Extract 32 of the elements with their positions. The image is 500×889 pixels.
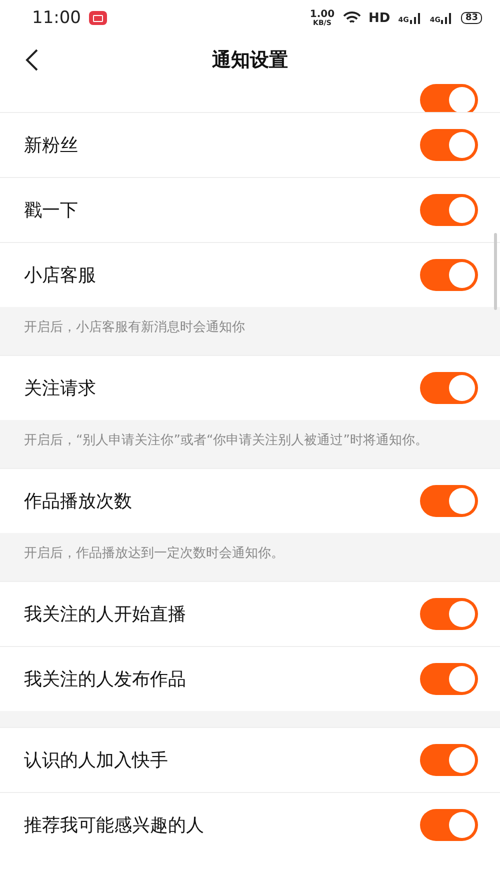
toggle-switch[interactable]	[420, 744, 478, 776]
setting-description: 开启后，作品播放达到一定次数时会通知你。	[24, 545, 285, 563]
toggle-switch[interactable]	[420, 194, 478, 226]
toggle-switch[interactable]	[420, 129, 478, 161]
back-icon[interactable]	[25, 49, 39, 71]
toggle-switch[interactable]	[420, 598, 478, 630]
setting-label: 关注请求	[24, 377, 96, 400]
hd-label: HD	[368, 10, 390, 26]
setting-label: 戳一下	[24, 199, 78, 222]
setting-description: 开启后，小店客服有新消息时会通知你	[24, 319, 246, 337]
battery-level: 83	[461, 12, 482, 24]
status-time: 11:00	[32, 8, 81, 28]
setting-label: 小店客服	[24, 264, 96, 287]
signal-icon	[410, 12, 422, 24]
wifi-icon	[342, 11, 361, 25]
toggle-switch[interactable]	[420, 663, 478, 695]
toggle-switch[interactable]	[420, 809, 478, 841]
setting-label: 推荐我可能感兴趣的人	[24, 814, 204, 837]
toggle-switch[interactable]	[420, 84, 478, 112]
setting-label: 新粉丝	[24, 134, 78, 157]
toggle-switch[interactable]	[420, 259, 478, 291]
network-speed: 1.00	[310, 10, 335, 20]
toggle-switch[interactable]	[420, 372, 478, 404]
setting-description: 开启后，“别人申请关注你”或者“你申请关注别人被通过”时将通知你。	[24, 432, 429, 450]
setting-label: 我关注的人开始直播	[24, 603, 186, 626]
page-title: 通知设置	[212, 48, 288, 73]
setting-label: 作品播放次数	[24, 490, 132, 513]
setting-label: 认识的人加入快手	[24, 749, 168, 772]
setting-label: 我关注的人发布作品	[24, 668, 186, 691]
toggle-switch[interactable]	[420, 485, 478, 517]
signal-icon	[441, 12, 454, 24]
screen-record-icon	[89, 11, 107, 25]
